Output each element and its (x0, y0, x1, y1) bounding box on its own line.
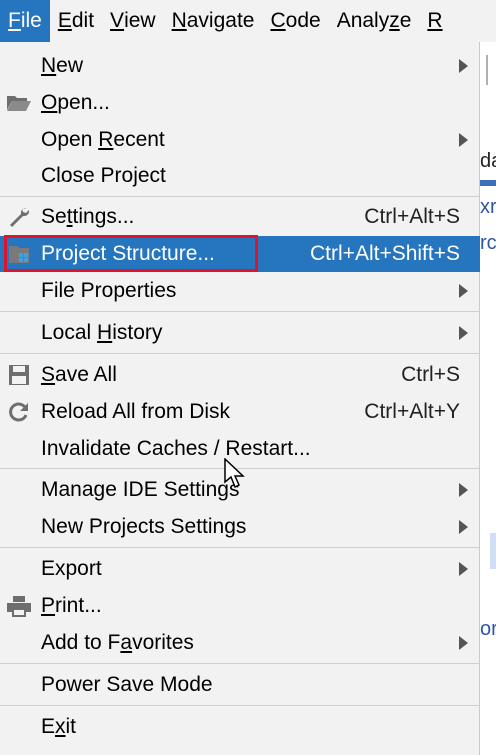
shortcut-label: Ctrl+Alt+S (364, 205, 460, 228)
menu-separator (0, 663, 480, 664)
submenu-arrow-icon (459, 562, 468, 576)
shortcut-label: Ctrl+S (401, 363, 460, 386)
menu-item-close-project[interactable]: Close Project (0, 158, 480, 194)
menu-item-open[interactable]: Open... (0, 85, 480, 121)
submenu-arrow-icon (459, 636, 468, 650)
submenu-arrow-icon (459, 326, 468, 340)
annotation-highlight-box (4, 235, 258, 272)
menu-separator (0, 547, 480, 548)
folder-open-icon (6, 91, 32, 115)
menu-file[interactable]: File (0, 0, 50, 42)
submenu-arrow-icon (459, 59, 468, 73)
main-menu-bar: File Edit View Navigate Code Analy z e R (0, 0, 496, 42)
file-menu-dropdown: New Open... Open Recent Close Project Se… (0, 42, 480, 755)
shortcut-label: Ctrl+Alt+Y (364, 400, 460, 423)
menu-item-local-history[interactable]: Local History (0, 315, 480, 351)
refresh-icon (6, 400, 32, 424)
wrench-icon (6, 205, 32, 229)
menu-navigate[interactable]: Navigate (164, 0, 263, 42)
save-icon (6, 363, 32, 387)
menu-item-reload-all[interactable]: Reload All from Disk Ctrl+Alt+Y (0, 394, 480, 430)
menu-item-exit[interactable]: Exit (0, 709, 480, 745)
submenu-arrow-icon (459, 133, 468, 147)
editor-toolbar-fragment (486, 55, 490, 85)
menu-item-print[interactable]: Print... (0, 588, 480, 624)
editor-selection-fragment (490, 533, 496, 569)
mouse-cursor-icon (224, 457, 246, 495)
editor-code-fragment: or (480, 618, 496, 640)
menu-separator (0, 353, 480, 354)
menu-item-new[interactable]: New (0, 48, 480, 84)
active-tab-underline (480, 180, 496, 186)
menu-item-new-projects-settings[interactable]: New Projects Settings (0, 509, 480, 545)
menu-edit[interactable]: Edit (50, 0, 102, 42)
printer-icon (6, 594, 32, 618)
submenu-arrow-icon (459, 520, 468, 534)
menu-separator (0, 705, 480, 706)
menu-separator (0, 196, 480, 197)
menu-code[interactable]: Code (262, 0, 328, 42)
menu-item-add-to-favorites[interactable]: Add to Favorites (0, 625, 480, 661)
menu-item-save-all[interactable]: Save All Ctrl+S (0, 357, 480, 393)
submenu-arrow-icon (459, 284, 468, 298)
menu-item-open-recent[interactable]: Open Recent (0, 122, 480, 158)
menu-item-file-properties[interactable]: File Properties (0, 273, 480, 309)
menu-item-settings[interactable]: Settings... Ctrl+Alt+S (0, 199, 480, 235)
menu-item-power-save-mode[interactable]: Power Save Mode (0, 667, 480, 703)
editor-tab-fragment: da (480, 150, 496, 172)
shortcut-label: Ctrl+Alt+Shift+S (310, 242, 460, 265)
menu-analyze[interactable]: Analy z e (329, 0, 420, 42)
menu-item-export[interactable]: Export (0, 551, 480, 587)
menu-view[interactable]: View (102, 0, 164, 42)
submenu-arrow-icon (459, 483, 468, 497)
menu-separator (0, 311, 480, 312)
editor-code-fragment: xr (480, 196, 496, 218)
editor-code-fragment: rc (480, 232, 496, 254)
menu-refactor[interactable]: R (419, 0, 442, 42)
